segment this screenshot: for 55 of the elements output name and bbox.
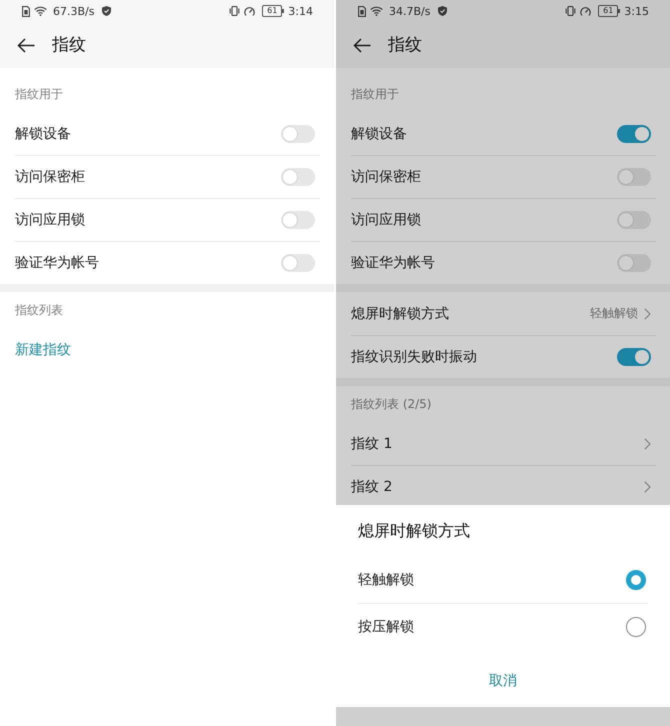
setting-label: 验证华为帐号 <box>15 254 99 272</box>
battery-indicator: 61 <box>598 5 620 17</box>
chevron-right-icon <box>644 481 651 493</box>
setting-value: 轻触解锁 <box>590 305 638 322</box>
setting-label: 指纹识别失败时振动 <box>351 348 477 366</box>
toggle-switch[interactable] <box>617 348 651 366</box>
option-label: 轻触解锁 <box>358 571 414 589</box>
radio-button[interactable] <box>626 570 646 590</box>
toggle-switch[interactable] <box>281 168 315 186</box>
toggle-switch[interactable] <box>617 211 651 229</box>
radio-button[interactable] <box>626 616 646 636</box>
page-title: 指纹 <box>52 34 86 56</box>
setting-label: 解锁设备 <box>15 124 71 142</box>
shield-icon <box>102 6 112 16</box>
option-label: 按压解锁 <box>358 618 414 636</box>
setting-label: 访问应用锁 <box>351 211 421 229</box>
toggle-switch[interactable] <box>281 211 315 229</box>
clock: 3:14 <box>288 4 313 18</box>
toggle-switch[interactable] <box>281 254 315 272</box>
sim-card-icon <box>358 6 366 16</box>
setting-label: 验证华为帐号 <box>351 254 435 272</box>
toggle-switch[interactable] <box>281 124 315 142</box>
section-header: 指纹用于 <box>351 86 399 102</box>
chevron-right-icon <box>644 438 651 450</box>
setting-label: 访问保密柜 <box>351 168 421 186</box>
list-item[interactable]: 指纹 1 <box>351 422 656 465</box>
action-link[interactable]: 新建指纹 <box>15 340 71 358</box>
setting-label: 解锁设备 <box>351 124 407 142</box>
back-arrow-icon <box>17 38 35 52</box>
gauge-icon <box>244 6 256 16</box>
shield-icon <box>438 6 448 16</box>
toggle-switch[interactable] <box>617 124 651 142</box>
toggle-switch[interactable] <box>617 168 651 186</box>
network-speed: 34.7B/s <box>389 4 430 18</box>
section-header: 指纹列表 (2/5) <box>351 396 432 412</box>
network-speed: 67.3B/s <box>53 4 94 18</box>
wifi-icon <box>370 6 383 16</box>
wifi-icon <box>34 6 47 16</box>
clock: 3:15 <box>624 4 649 18</box>
setting-label: 访问应用锁 <box>15 211 85 229</box>
chevron-right-icon <box>644 308 651 320</box>
gauge-icon <box>580 6 592 16</box>
battery-indicator: 61 <box>262 5 284 17</box>
sim-card-icon <box>22 6 30 16</box>
setting-label: 熄屏时解锁方式 <box>351 304 449 322</box>
dialog-title: 熄屏时解锁方式 <box>358 520 470 542</box>
page-title: 指纹 <box>388 34 422 56</box>
vibrate-icon <box>229 6 240 16</box>
vibrate-icon <box>565 6 576 16</box>
toggle-switch[interactable] <box>617 254 651 272</box>
section-header: 指纹列表 <box>15 302 63 318</box>
back-arrow-icon <box>353 38 371 52</box>
section-header: 指纹用于 <box>15 86 63 102</box>
cancel-button[interactable]: 取消 <box>479 668 527 694</box>
setting-label: 访问保密柜 <box>15 168 85 186</box>
